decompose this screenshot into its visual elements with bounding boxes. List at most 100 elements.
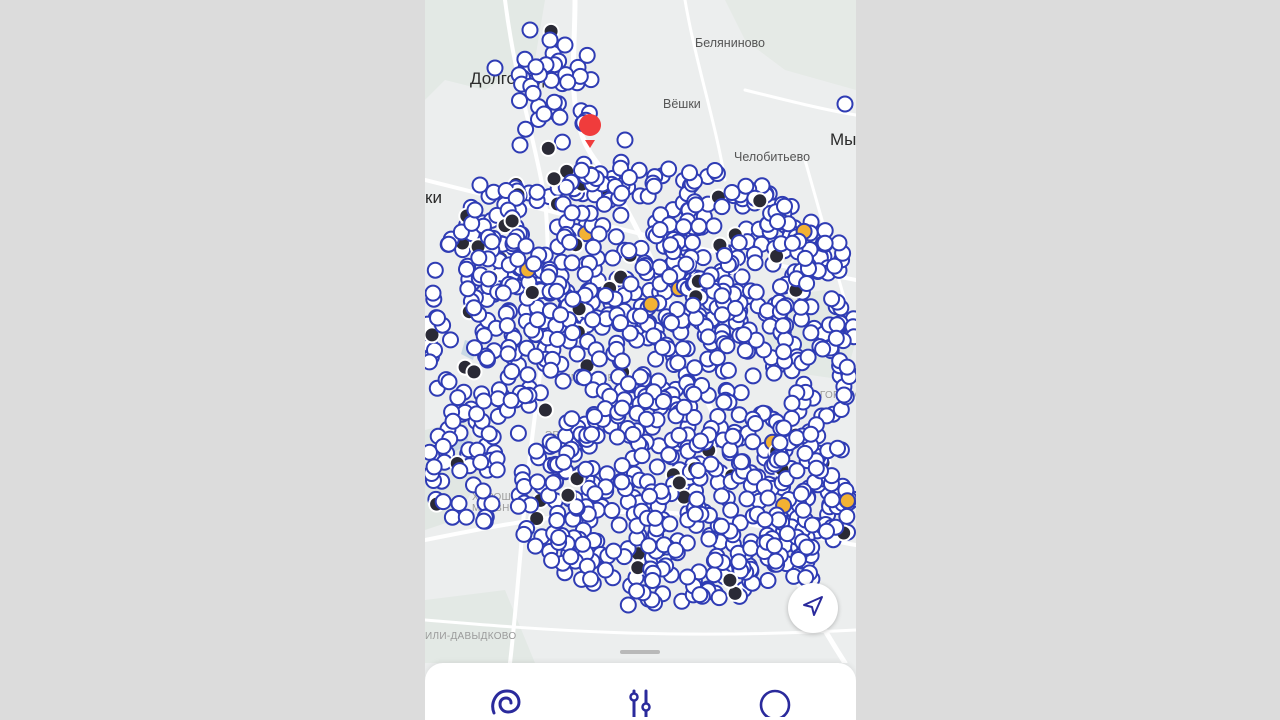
vehicle-marker[interactable] — [648, 458, 666, 476]
vehicle-marker[interactable] — [838, 492, 856, 510]
vehicle-marker[interactable] — [548, 282, 565, 300]
vehicle-marker[interactable] — [528, 183, 546, 201]
vehicle-marker[interactable] — [735, 326, 753, 344]
vehicle-marker[interactable] — [700, 530, 718, 548]
vehicle-marker[interactable] — [713, 487, 731, 505]
vehicle-marker[interactable] — [775, 343, 793, 361]
vehicle-marker[interactable] — [669, 354, 687, 372]
vehicle-marker[interactable] — [836, 95, 854, 113]
vehicle-marker[interactable] — [502, 391, 520, 409]
vehicle-marker[interactable] — [687, 196, 705, 214]
vehicle-marker[interactable] — [503, 212, 521, 230]
vehicle-marker[interactable] — [612, 314, 629, 332]
vehicle-marker[interactable] — [660, 446, 678, 464]
vehicle-marker[interactable] — [584, 238, 602, 256]
vehicle-marker[interactable] — [746, 254, 764, 272]
vehicle-marker[interactable] — [544, 474, 562, 492]
vehicle-marker[interactable] — [778, 525, 796, 543]
vehicle-marker[interactable] — [603, 502, 621, 519]
vehicle-marker[interactable] — [425, 458, 443, 476]
vehicle-marker[interactable] — [705, 217, 723, 235]
vehicle-marker[interactable] — [563, 410, 581, 428]
vehicle-marker[interactable] — [597, 287, 615, 304]
vehicle-marker[interactable] — [612, 206, 630, 224]
vehicle-marker[interactable] — [576, 265, 594, 283]
vehicle-marker[interactable] — [509, 250, 527, 268]
vehicle-marker[interactable] — [730, 234, 748, 252]
vehicle-marker[interactable] — [444, 412, 462, 430]
vehicle-marker[interactable] — [582, 570, 600, 588]
vehicle-marker[interactable] — [426, 261, 444, 279]
vehicle-marker[interactable] — [814, 340, 832, 358]
vehicle-marker[interactable] — [620, 242, 638, 260]
vehicle-marker[interactable] — [543, 551, 561, 569]
vehicle-marker[interactable] — [765, 537, 783, 555]
vehicle-marker[interactable] — [434, 493, 452, 511]
vehicle-marker[interactable] — [794, 501, 812, 519]
vehicle-marker[interactable] — [552, 306, 570, 324]
vehicle-marker[interactable] — [503, 363, 521, 380]
vehicle-marker[interactable] — [470, 249, 488, 267]
vehicle-marker[interactable] — [685, 385, 703, 403]
vehicle-marker[interactable] — [699, 328, 717, 346]
vehicle-marker[interactable] — [684, 296, 702, 314]
vehicle-marker[interactable] — [539, 139, 557, 157]
vehicle-marker[interactable] — [675, 218, 693, 236]
vehicle-marker[interactable] — [838, 358, 856, 376]
vehicle-marker[interactable] — [564, 324, 582, 342]
vehicle-marker[interactable] — [640, 537, 658, 555]
vehicle-marker[interactable] — [807, 459, 825, 477]
vehicle-marker[interactable] — [803, 516, 821, 534]
vehicle-marker[interactable] — [633, 447, 651, 465]
vehicle-marker[interactable] — [563, 254, 581, 272]
vehicle-marker[interactable] — [494, 284, 512, 302]
locate-me-button[interactable] — [788, 583, 838, 633]
vehicle-marker[interactable] — [517, 120, 535, 138]
vehicle-marker[interactable] — [798, 538, 816, 556]
vehicle-marker[interactable] — [527, 442, 545, 460]
vehicle-marker[interactable] — [525, 255, 543, 273]
vehicle-marker[interactable] — [783, 234, 801, 252]
vehicle-marker[interactable] — [654, 338, 671, 356]
vehicle-marker[interactable] — [829, 439, 846, 457]
vehicle-marker[interactable] — [798, 275, 816, 292]
vehicle-marker[interactable] — [578, 46, 596, 64]
vehicle-marker[interactable] — [465, 363, 483, 381]
vehicle-marker[interactable] — [628, 582, 646, 600]
vehicle-marker[interactable] — [736, 342, 754, 360]
vehicle-marker[interactable] — [584, 311, 602, 329]
vehicle-marker[interactable] — [723, 184, 741, 201]
vehicle-marker[interactable] — [677, 255, 695, 273]
vehicle-marker[interactable] — [442, 331, 459, 349]
vehicle-marker[interactable] — [488, 461, 506, 479]
nav-profile-button[interactable] — [755, 683, 795, 720]
vehicle-marker[interactable] — [775, 298, 793, 316]
vehicle-marker[interactable] — [706, 551, 724, 569]
vehicle-marker[interactable] — [607, 228, 625, 246]
vehicle-marker[interactable] — [563, 204, 581, 222]
vehicle-marker[interactable] — [715, 393, 733, 411]
vehicle-marker[interactable] — [773, 450, 791, 468]
vehicle-marker[interactable] — [691, 586, 709, 604]
vehicle-marker[interactable] — [698, 272, 716, 290]
vehicle-marker[interactable] — [548, 512, 566, 529]
vehicle-marker[interactable] — [747, 283, 765, 301]
vehicle-marker[interactable] — [561, 233, 579, 251]
vehicle-marker[interactable] — [486, 59, 504, 77]
vehicle-marker[interactable] — [483, 495, 501, 513]
vehicle-marker[interactable] — [662, 236, 680, 254]
vehicle-marker[interactable] — [498, 317, 516, 335]
vehicle-marker[interactable] — [767, 552, 785, 570]
vehicle-marker[interactable] — [574, 535, 592, 553]
vehicle-marker[interactable] — [772, 278, 789, 296]
vehicle-marker[interactable] — [527, 347, 545, 365]
vehicle-marker[interactable] — [716, 247, 734, 264]
vehicle-marker[interactable] — [443, 508, 461, 526]
vehicle-marker[interactable] — [573, 161, 590, 179]
vehicle-marker[interactable] — [429, 309, 446, 327]
vehicle-marker[interactable] — [765, 364, 783, 382]
vehicle-marker[interactable] — [708, 349, 726, 367]
vehicle-marker[interactable] — [511, 92, 528, 110]
vehicle-marker[interactable] — [816, 234, 834, 252]
vehicle-marker[interactable] — [799, 348, 817, 366]
